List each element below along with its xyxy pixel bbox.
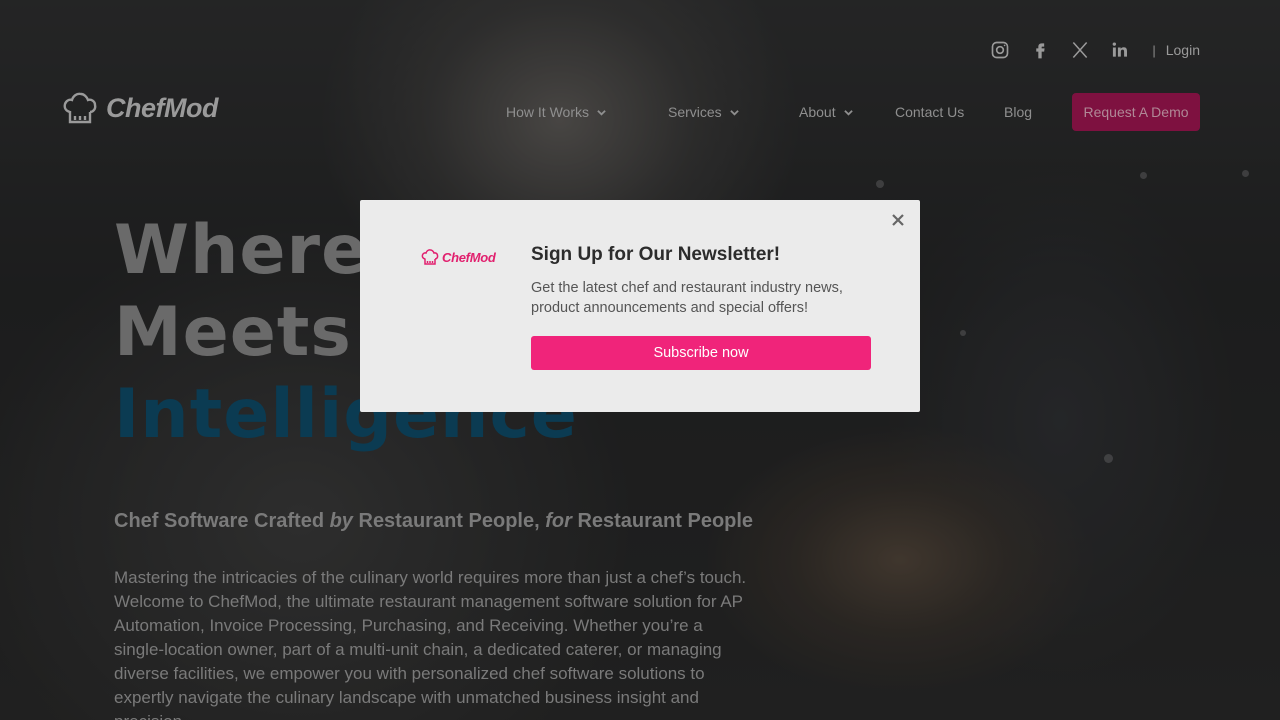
nav-label: How It Works: [506, 104, 589, 120]
chef-hat-icon: [63, 92, 97, 124]
instagram-icon[interactable]: [980, 36, 1020, 64]
hero-description: Mastering the intricacies of the culinar…: [114, 568, 747, 720]
nav-about[interactable]: About: [799, 93, 853, 131]
nav-blog[interactable]: Blog: [1004, 93, 1032, 131]
request-demo-button[interactable]: Request A Demo: [1072, 93, 1200, 131]
tagline-emphasis: by: [329, 510, 353, 532]
modal-logo: ChefMod: [420, 247, 496, 267]
linkedin-icon[interactable]: [1100, 36, 1140, 64]
nav-label: About: [799, 104, 836, 120]
logo-text: ChefMod: [106, 92, 218, 123]
x-twitter-icon[interactable]: [1060, 36, 1100, 64]
nav-how-it-works[interactable]: How It Works: [506, 93, 606, 131]
site-logo[interactable]: ChefMod: [60, 88, 218, 128]
chef-hat-icon: [421, 249, 439, 265]
nav-label: Blog: [1004, 104, 1033, 120]
facebook-icon[interactable]: [1020, 36, 1060, 64]
tagline-text: Restaurant People: [571, 510, 754, 532]
chevron-down-icon: [843, 109, 853, 116]
nav-label: Contact Us: [895, 104, 965, 120]
login-link[interactable]: Login: [1166, 42, 1200, 58]
subscribe-button[interactable]: Subscribe now: [531, 336, 871, 370]
tagline-emphasis: for: [545, 510, 572, 532]
separator: |: [1152, 42, 1156, 58]
tagline-text: Chef Software Crafted: [114, 510, 330, 532]
modal-logo-text: ChefMod: [442, 249, 496, 265]
close-icon[interactable]: [888, 210, 908, 230]
nav-contact-us[interactable]: Contact Us: [895, 93, 964, 131]
nav-label: Services: [668, 104, 722, 120]
chevron-down-icon: [597, 109, 606, 116]
tagline-text: Restaurant People,: [352, 510, 546, 532]
utility-bar: | Login: [980, 36, 1200, 64]
hero-tagline: Chef Software Crafted by Restaurant Peop…: [114, 510, 753, 533]
nav-services[interactable]: Services: [668, 93, 739, 131]
modal-body-text: Get the latest chef and restaurant indus…: [531, 280, 843, 316]
modal-heading: Sign Up for Our Newsletter!: [531, 244, 781, 265]
chevron-down-icon: [729, 109, 739, 116]
newsletter-modal: ChefMod Sign Up for Our Newsletter! Get …: [360, 200, 920, 412]
main-nav: How It Works Services About Contact Us B…: [506, 93, 1200, 131]
